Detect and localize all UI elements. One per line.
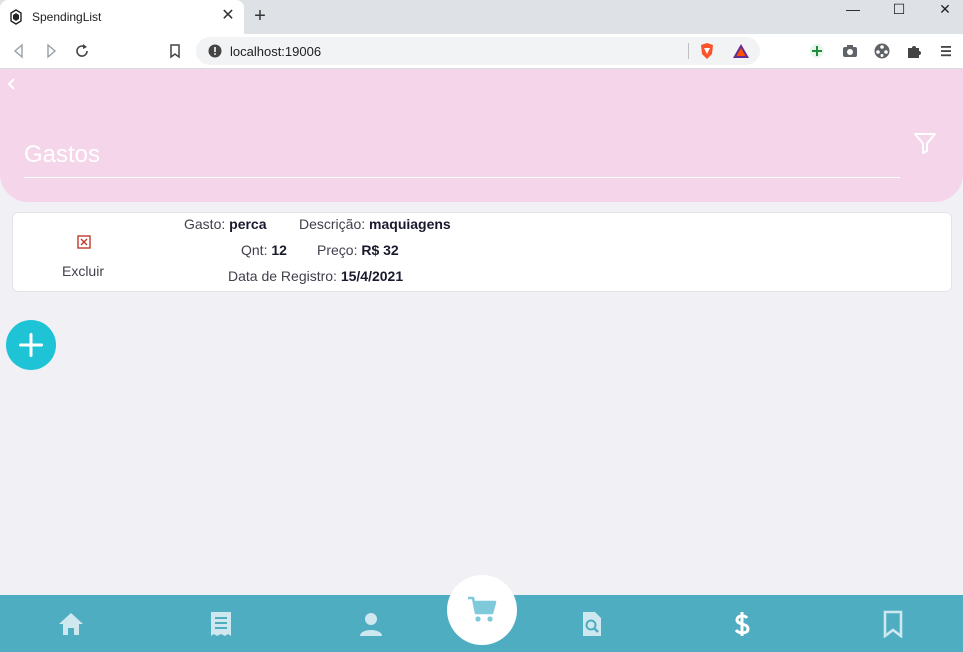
gasto-value: perca: [229, 216, 267, 232]
qnt-field: Qnt: 12: [241, 242, 287, 258]
omnibox-divider: [688, 43, 689, 59]
address-bar[interactable]: localhost:19006: [196, 37, 760, 65]
delete-x-icon: [77, 235, 91, 249]
browser-toolbar: localhost:19006: [0, 34, 963, 69]
close-window-button[interactable]: ✕: [922, 0, 963, 30]
tab-title: SpendingList: [32, 10, 102, 24]
forward-icon[interactable]: [42, 42, 60, 60]
browser-tab[interactable]: SpendingList ✕: [0, 0, 244, 34]
bookmark-page-icon[interactable]: [166, 42, 184, 60]
plus-icon: [19, 333, 43, 357]
descricao-value: maquiagens: [369, 216, 451, 232]
search-input[interactable]: [24, 133, 900, 178]
brave-rewards-icon[interactable]: [732, 42, 750, 60]
filter-icon[interactable]: [913, 131, 937, 155]
url-text: localhost:19006: [230, 44, 322, 59]
receipt-icon[interactable]: [207, 610, 235, 638]
dollar-icon[interactable]: [728, 610, 756, 638]
descricao-field: Descrição: maquiagens: [299, 216, 451, 232]
chevron-left-icon[interactable]: [6, 77, 18, 91]
delete-label: Excluir: [61, 263, 104, 279]
cart-tab-button[interactable]: [447, 575, 517, 645]
app-header: [0, 69, 963, 202]
preco-value: R$ 32: [361, 242, 399, 258]
user-icon[interactable]: [357, 610, 385, 638]
home-icon[interactable]: [57, 610, 85, 638]
bookmark-icon[interactable]: [879, 610, 907, 638]
camera-icon[interactable]: [841, 42, 859, 60]
tab-close-icon[interactable]: ✕: [220, 8, 236, 24]
expo-favicon-icon: [10, 9, 22, 25]
cart-icon: [468, 596, 497, 622]
minimize-button[interactable]: —: [830, 0, 876, 30]
registro-field: Data de Registro: 15/4/2021: [228, 268, 403, 284]
search-document-icon[interactable]: [578, 610, 606, 638]
gasto-field: Gasto: perca: [184, 216, 267, 232]
preco-label: Preço:: [317, 242, 358, 258]
film-reel-icon[interactable]: [873, 42, 891, 60]
site-info-icon[interactable]: [208, 44, 222, 58]
new-tab-button[interactable]: +: [251, 6, 269, 26]
reload-icon[interactable]: [73, 42, 91, 60]
menu-icon[interactable]: [937, 42, 955, 60]
delete-button[interactable]: Excluir: [57, 233, 109, 281]
extension-plus-icon[interactable]: [808, 42, 826, 60]
back-icon[interactable]: [10, 42, 28, 60]
registro-value: 15/4/2021: [340, 268, 404, 284]
brave-shield-icon[interactable]: [698, 42, 716, 60]
extensions-puzzle-icon[interactable]: [905, 42, 923, 60]
qnt-value: 12: [271, 242, 287, 258]
descricao-label: Descrição:: [299, 216, 366, 232]
add-expense-button[interactable]: [6, 320, 56, 370]
maximize-button[interactable]: ☐: [876, 0, 922, 30]
browser-tab-bar: SpendingList ✕ + — ☐ ✕: [0, 0, 963, 34]
expense-card: Excluir Gasto: perca Descrição: maquiage…: [12, 212, 952, 292]
preco-field: Preço: R$ 32: [317, 242, 399, 258]
registro-label: Data de Registro:: [228, 268, 337, 284]
gasto-label: Gasto:: [184, 216, 226, 232]
qnt-label: Qnt:: [241, 242, 268, 258]
